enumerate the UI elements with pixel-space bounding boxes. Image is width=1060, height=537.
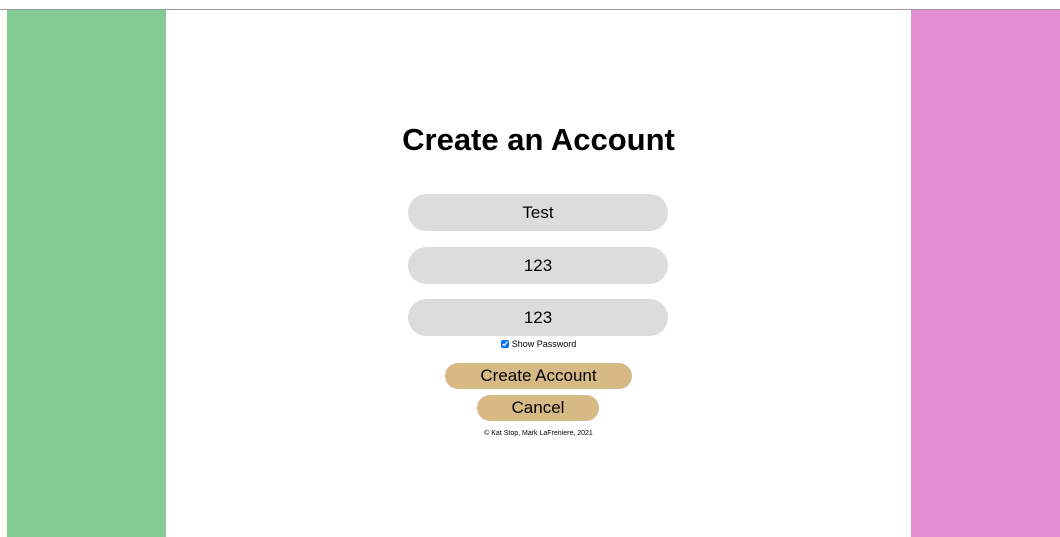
create-account-button[interactable]: Create Account: [445, 363, 632, 389]
password-input[interactable]: [408, 247, 668, 284]
username-input[interactable]: [408, 194, 668, 231]
copyright-footer: © Kat Stop, Mark LaFreniere, 2021: [484, 430, 593, 437]
show-password-checkbox[interactable]: [500, 340, 509, 348]
confirm-password-input[interactable]: [408, 299, 668, 336]
show-password-row: Show Password: [166, 339, 911, 349]
right-side-panel: [911, 10, 1060, 537]
page-title: Create an Account: [402, 122, 675, 157]
show-password-label[interactable]: Show Password: [512, 339, 577, 349]
cancel-button[interactable]: Cancel: [477, 395, 599, 421]
main-content: Create an Account Show Password Create A…: [166, 10, 911, 537]
left-side-panel: [7, 10, 166, 537]
